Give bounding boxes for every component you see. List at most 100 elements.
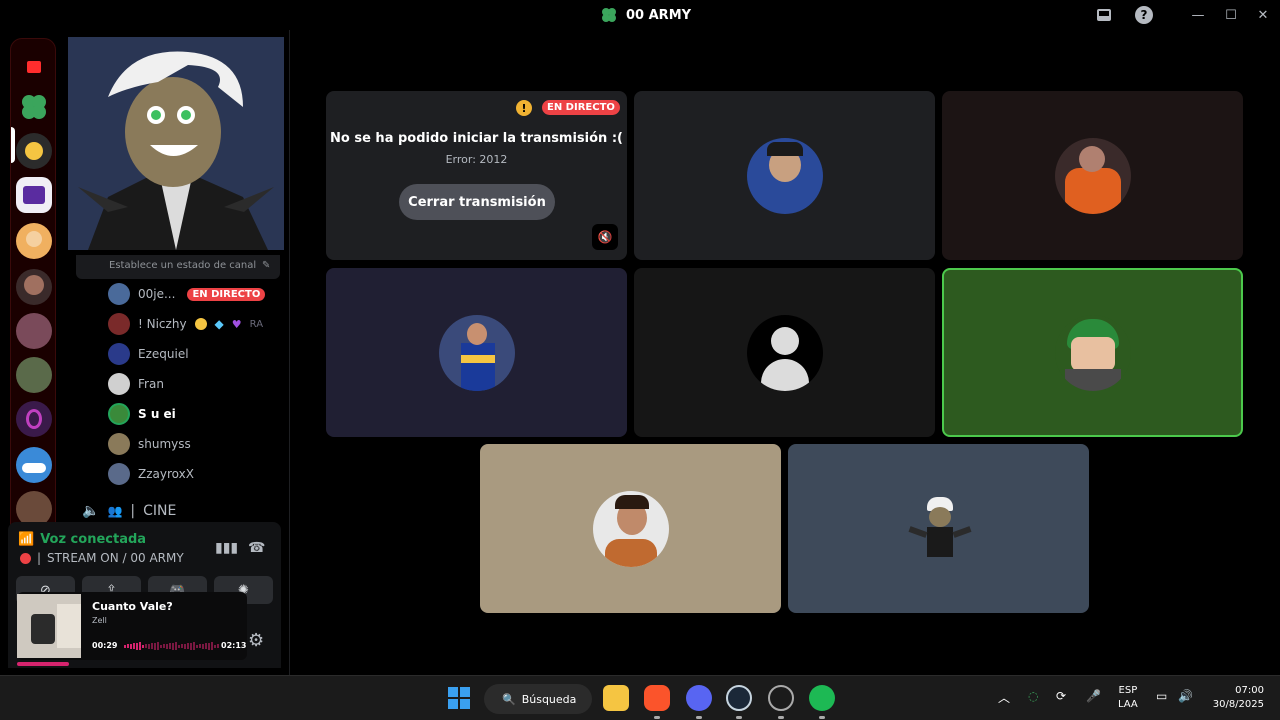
- muted-speaker-icon[interactable]: 🔇: [592, 224, 618, 250]
- server-bird-icon[interactable]: [16, 133, 52, 169]
- diamond-icon: ◆: [214, 317, 224, 331]
- brave-browser-icon[interactable]: [644, 685, 670, 711]
- channel-name: CINE: [143, 503, 177, 519]
- member-name: ! Niczhy: [138, 317, 187, 331]
- server-avatar-2-icon[interactable]: [16, 313, 52, 349]
- member-row-shumyss[interactable]: shumyss: [108, 432, 191, 456]
- server-logo-icon[interactable]: [16, 177, 52, 213]
- stream-tile-error[interactable]: ! EN DIRECTO No se ha podido iniciar la …: [326, 91, 627, 260]
- member-name: Fran: [138, 377, 164, 391]
- user-activity-bar: [17, 662, 69, 666]
- waveform-bar: [148, 643, 150, 649]
- participant-tile[interactable]: [634, 91, 935, 260]
- server-avatar-3-icon[interactable]: [16, 357, 52, 393]
- server-red-icon[interactable]: [16, 49, 52, 85]
- cartoon-avatar-art: [68, 37, 284, 250]
- waveform-bar: [136, 642, 138, 650]
- channel-status-input[interactable]: Establece un estado de canal ✎: [76, 255, 280, 279]
- server-game-icon[interactable]: [16, 447, 52, 483]
- settings-gear-icon[interactable]: ⚙: [248, 630, 264, 651]
- windows-taskbar: 🔍 Búsqueda ︿ ◌ ⟳ 🎤 ESP LAA ▭ 🔊 07:00 30/…: [0, 675, 1280, 720]
- member-row-suei[interactable]: S u ei: [108, 402, 176, 426]
- help-icon[interactable]: ?: [1134, 5, 1154, 25]
- running-indicator: [819, 716, 825, 719]
- member-row-00je[interactable]: 00je... EN DIRECTO: [108, 282, 266, 306]
- search-label: Búsqueda: [521, 692, 577, 706]
- network-icon[interactable]: ▭: [1156, 689, 1167, 703]
- steam-icon[interactable]: [726, 685, 752, 711]
- inbox-icon[interactable]: [1094, 5, 1114, 25]
- waveform-bar: [202, 643, 204, 649]
- waveform-bar: [187, 643, 189, 649]
- waveform-bar: [217, 644, 219, 648]
- yellow-dot-icon: [194, 318, 207, 330]
- progress-waveform[interactable]: [124, 642, 220, 650]
- voice-status[interactable]: 📶 Voz conectada: [18, 532, 146, 547]
- clover-icon: [602, 8, 616, 22]
- voice-channel-cine[interactable]: 🔈 👥 | CINE: [82, 500, 176, 522]
- stream-error-code: Error: 2012: [445, 153, 508, 166]
- close-window-button[interactable]: ✕: [1253, 5, 1273, 25]
- waveform-bar: [142, 644, 144, 648]
- noise-suppression-icon[interactable]: ▮▮▮: [215, 540, 238, 556]
- minimize-button[interactable]: —: [1188, 5, 1208, 25]
- pencil-icon[interactable]: ✎: [262, 260, 270, 271]
- participant-avatar: [593, 491, 669, 567]
- avatar: [108, 373, 130, 395]
- signal-icon: 📶: [18, 532, 35, 547]
- sync-icon[interactable]: ⟳: [1056, 689, 1066, 703]
- file-explorer-icon[interactable]: [603, 685, 629, 711]
- live-badge: EN DIRECTO: [187, 287, 266, 301]
- member-row-niczhy[interactable]: ! Niczhy ◆ ♥ RA: [108, 312, 263, 336]
- warning-icon: !: [516, 100, 532, 116]
- voice-status-text: Voz conectada: [40, 532, 147, 547]
- live-dot-icon: [20, 552, 31, 564]
- waveform-bar: [154, 642, 156, 650]
- participant-tile[interactable]: [788, 444, 1089, 613]
- chevron-up-icon[interactable]: ︿: [998, 689, 1010, 706]
- waveform-bar: [127, 644, 129, 648]
- server-avatar-1-icon[interactable]: [16, 269, 52, 305]
- waveform-bar: [199, 644, 201, 648]
- participant-avatar: [1055, 138, 1131, 214]
- disconnect-icon[interactable]: ☎: [248, 540, 265, 556]
- taskbar-search[interactable]: 🔍 Búsqueda: [484, 684, 592, 714]
- participant-tile[interactable]: [942, 91, 1243, 260]
- clock-time: 07:00: [1235, 685, 1264, 696]
- participant-tile[interactable]: [634, 268, 935, 437]
- voice-channel-name[interactable]: | STREAM ON / 00 ARMY: [20, 551, 184, 565]
- waveform-bar: [172, 642, 174, 650]
- language-indicator[interactable]: ESP LAA: [1118, 684, 1138, 712]
- server-clover-icon[interactable]: [16, 89, 52, 125]
- participant-tile[interactable]: [480, 444, 781, 613]
- participant-tile[interactable]: [326, 268, 627, 437]
- maximize-button[interactable]: ☐: [1221, 5, 1241, 25]
- discord-icon[interactable]: [686, 685, 712, 711]
- spotify-icon[interactable]: [809, 685, 835, 711]
- participant-avatar: [439, 315, 515, 391]
- system-clock[interactable]: 07:00 30/8/2025: [1208, 684, 1264, 712]
- member-row-ezequiel[interactable]: Ezequiel: [108, 342, 189, 366]
- member-tag: RA: [249, 318, 264, 330]
- member-row-zzayroxx[interactable]: ZzayroxX: [108, 462, 194, 486]
- live-badge: EN DIRECTO: [542, 100, 620, 115]
- waveform-bar: [178, 644, 180, 648]
- obs-icon[interactable]: [768, 685, 794, 711]
- stream-error-title: No se ha podido iniciar la transmisión :…: [330, 131, 623, 146]
- microphone-icon[interactable]: 🎤: [1086, 689, 1101, 703]
- waveform-bar: [130, 643, 132, 649]
- user-profile-popout[interactable]: [68, 37, 284, 250]
- participant-tile-speaking[interactable]: [942, 268, 1243, 437]
- avatar: [108, 463, 130, 485]
- server-purple-icon[interactable]: [16, 401, 52, 437]
- server-cartoon-icon[interactable]: [16, 223, 52, 259]
- tray-app-icon[interactable]: ◌: [1028, 689, 1038, 703]
- channel-status-text: Establece un estado de canal: [109, 260, 257, 271]
- volume-icon[interactable]: 🔊: [1178, 689, 1193, 703]
- windows-start-icon[interactable]: [448, 687, 470, 709]
- waveform-bar: [193, 642, 195, 650]
- waveform-bar: [139, 642, 141, 650]
- music-player[interactable]: Cuanto Vale? Zell 00:29 02:13: [17, 592, 247, 660]
- member-row-fran[interactable]: Fran: [108, 372, 164, 396]
- close-stream-button[interactable]: Cerrar transmisión: [399, 184, 555, 220]
